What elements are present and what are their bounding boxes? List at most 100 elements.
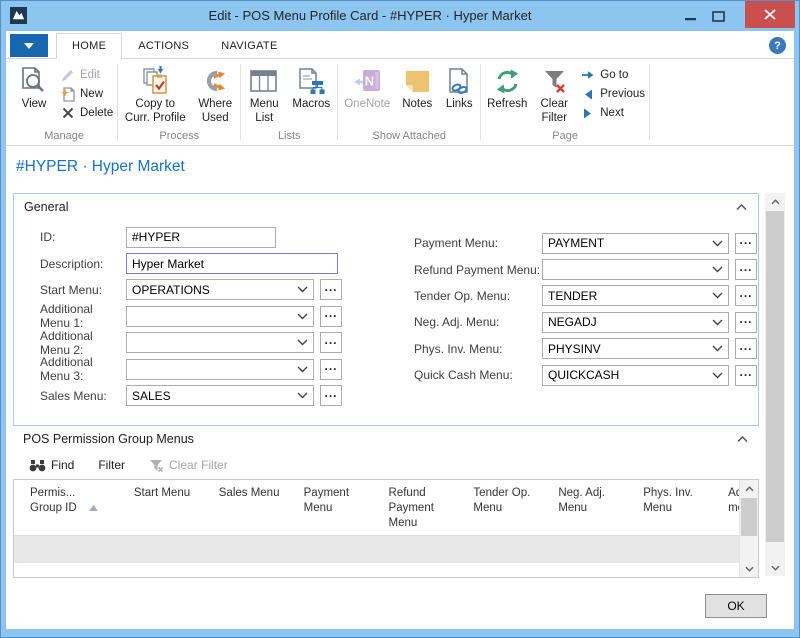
pos-permission-section-title: POS Permission Group Menus: [23, 432, 194, 446]
previous-button[interactable]: Previous: [576, 86, 648, 102]
delete-button[interactable]: Delete: [56, 105, 116, 121]
menu-list-button[interactable]: Menu List: [242, 62, 286, 127]
scroll-down-icon[interactable]: [765, 559, 785, 576]
payment-menu-select[interactable]: PAYMENT: [542, 233, 729, 254]
chevron-down-icon: [712, 240, 723, 247]
close-icon: [764, 9, 776, 20]
menu-list-icon: [250, 64, 278, 98]
new-icon: [59, 86, 76, 102]
chevron-down-icon: [712, 372, 723, 379]
delete-icon: [59, 105, 76, 121]
field-row: Tender Op. Menu: TENDER ...: [402, 283, 757, 309]
ok-button[interactable]: OK: [705, 594, 767, 618]
id-input[interactable]: [126, 227, 276, 248]
column-neg-adj-menu[interactable]: Neg. Adj. Menu: [558, 486, 643, 535]
clear-filter-grid-button: Clear Filter: [149, 458, 228, 472]
help-button[interactable]: ?: [769, 37, 786, 54]
ribbon-group-label: Show Attached: [339, 130, 479, 145]
where-used-button[interactable]: Where Used: [191, 62, 239, 127]
scrollbar-thumb[interactable]: [741, 498, 757, 536]
new-button[interactable]: New: [56, 86, 116, 102]
additional-menu-2-lookup-button[interactable]: ...: [320, 332, 342, 353]
edit-icon: [59, 67, 76, 83]
start-menu-select[interactable]: OPERATIONS: [126, 279, 314, 300]
column-permission-group-id[interactable]: Permis... Group ID: [30, 486, 134, 535]
additional-menu-3-label: Additional Menu 3:: [14, 355, 126, 383]
scroll-up-icon[interactable]: [765, 193, 785, 210]
field-row: Additional Menu 3: ...: [14, 356, 342, 382]
application-menu-button[interactable]: [10, 34, 48, 57]
field-row: Refund Payment Menu: ...: [402, 256, 757, 282]
neg-adj-menu-select[interactable]: NEGADJ: [542, 312, 729, 333]
scrollbar-thumb[interactable]: [766, 211, 784, 542]
notes-button[interactable]: Notes: [395, 62, 439, 114]
scroll-up-icon[interactable]: [740, 480, 758, 497]
next-button[interactable]: Next: [576, 105, 648, 121]
previous-icon: [579, 86, 596, 102]
quick-cash-menu-label: Quick Cash Menu:: [402, 368, 542, 382]
sales-menu-label: Sales Menu:: [14, 389, 126, 403]
general-left-column: ID: Description: Start Menu: OPERATIONS …: [14, 224, 342, 409]
column-sales-menu[interactable]: Sales Menu: [219, 486, 304, 535]
start-menu-lookup-button[interactable]: ...: [320, 279, 342, 300]
links-button[interactable]: Links: [439, 62, 479, 114]
column-phys-inv-menu[interactable]: Phys. Inv. Menu: [643, 486, 728, 535]
description-input[interactable]: [126, 253, 338, 274]
refresh-button[interactable]: Refresh: [482, 62, 532, 114]
copy-to-curr-profile-button[interactable]: Copy to Curr. Profile: [119, 62, 191, 127]
chevron-down-icon: [712, 345, 723, 352]
refund-payment-menu-select[interactable]: [542, 259, 729, 280]
tab-home[interactable]: HOME: [56, 33, 122, 60]
ribbon-group-label: Process: [119, 130, 239, 145]
refund-payment-menu-lookup-button[interactable]: ...: [735, 259, 757, 280]
phys-inv-menu-lookup-button[interactable]: ...: [735, 338, 757, 359]
chevron-down-icon: [24, 43, 34, 49]
tab-navigate[interactable]: NAVIGATE: [205, 33, 293, 60]
ribbon-group-label: Manage: [12, 130, 116, 145]
minimize-button[interactable]: [679, 6, 701, 26]
tab-actions[interactable]: ACTIONS: [122, 33, 205, 60]
column-start-menu[interactable]: Start Menu: [134, 486, 219, 535]
find-button[interactable]: Find: [29, 458, 74, 472]
scroll-down-icon[interactable]: [740, 560, 758, 577]
general-collapse-button[interactable]: [736, 200, 747, 214]
column-tender-op-menu[interactable]: Tender Op. Menu: [473, 486, 558, 535]
sort-ascending-icon: [89, 505, 98, 511]
additional-menu-2-select[interactable]: [126, 332, 314, 353]
sales-menu-lookup-button[interactable]: ...: [320, 385, 342, 406]
neg-adj-menu-lookup-button[interactable]: ...: [735, 312, 757, 333]
close-button[interactable]: [745, 1, 795, 28]
payment-menu-label: Payment Menu:: [402, 236, 542, 250]
tender-op-menu-select[interactable]: TENDER: [542, 285, 729, 306]
chevron-down-icon: [712, 266, 723, 273]
tender-op-menu-lookup-button[interactable]: ...: [735, 285, 757, 306]
clear-filter-icon: [149, 459, 164, 472]
page-scrollbar[interactable]: [765, 193, 785, 576]
column-refund-payment-menu[interactable]: Refund Payment Menu: [389, 486, 474, 535]
maximize-button[interactable]: [707, 6, 729, 26]
quick-cash-menu-select[interactable]: QUICKCASH: [542, 365, 729, 386]
phys-inv-menu-select[interactable]: PHYSINV: [542, 338, 729, 359]
filter-button[interactable]: Filter: [98, 458, 125, 472]
additional-menu-3-select[interactable]: [126, 359, 314, 380]
additional-menu-1-lookup-button[interactable]: ...: [320, 306, 342, 327]
additional-menu-1-select[interactable]: [126, 306, 314, 327]
sales-menu-select[interactable]: SALES: [126, 385, 314, 406]
column-payment-menu[interactable]: Payment Menu: [304, 486, 389, 535]
quick-cash-menu-lookup-button[interactable]: ...: [735, 365, 757, 386]
table-scrollbar[interactable]: [739, 480, 758, 577]
where-used-icon: [202, 64, 228, 98]
view-button[interactable]: View: [12, 62, 56, 114]
goto-icon: [579, 67, 596, 83]
empty-table-row[interactable]: [14, 535, 739, 563]
pos-permission-collapse-button[interactable]: [737, 432, 748, 446]
ribbon-group-process: Copy to Curr. Profile Whe: [119, 59, 239, 145]
payment-menu-lookup-button[interactable]: ...: [735, 233, 757, 254]
field-row: Additional Menu 2: ...: [14, 330, 342, 356]
clear-filter-button[interactable]: Clear Filter: [532, 62, 576, 127]
additional-menu-3-lookup-button[interactable]: ...: [320, 359, 342, 380]
ribbon-tab-row: HOME ACTIONS NAVIGATE ?: [6, 31, 794, 59]
macros-button[interactable]: Macros: [286, 62, 336, 114]
maximize-icon: [712, 11, 725, 22]
goto-button[interactable]: Go to: [576, 67, 648, 83]
